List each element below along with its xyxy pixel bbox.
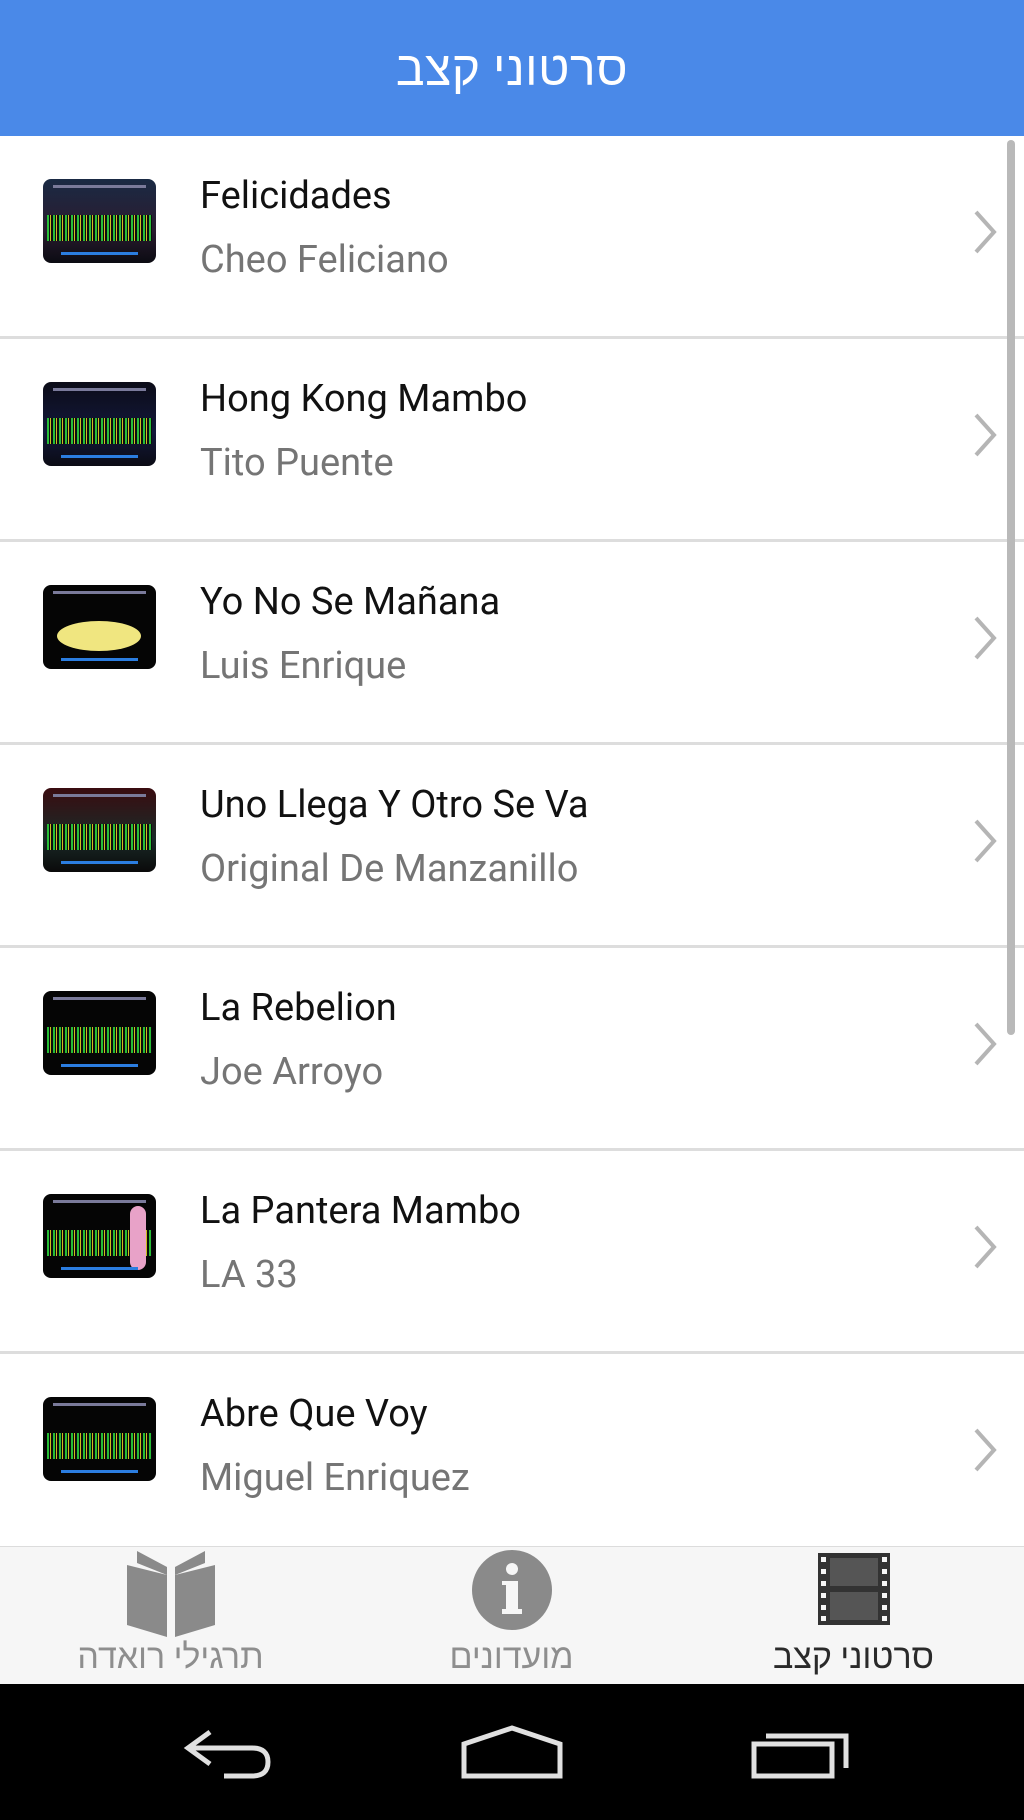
- tab-rhythm-videos[interactable]: סרטוני קצב: [683, 1547, 1024, 1685]
- video-thumbnail: [43, 179, 156, 263]
- tab-roueda-exercises[interactable]: תרגילי רואדה: [0, 1547, 341, 1685]
- list-item[interactable]: Yo No Se Mañana Luis Enrique: [0, 542, 1024, 745]
- chevron-right-icon: [974, 819, 997, 863]
- video-list[interactable]: Felicidades Cheo Feliciano Hong Kong Mam…: [0, 136, 1024, 1546]
- video-thumbnail: [43, 382, 156, 466]
- song-artist: Cheo Feliciano: [200, 238, 449, 282]
- list-item[interactable]: La Pantera Mambo LA 33: [0, 1151, 1024, 1354]
- song-artist: Original De Manzanillo: [200, 847, 579, 891]
- song-artist: Joe Arroyo: [200, 1050, 384, 1094]
- back-icon[interactable]: [180, 1724, 276, 1780]
- film-icon: [817, 1553, 890, 1625]
- list-item[interactable]: Uno Llega Y Otro Se Va Original De Manza…: [0, 745, 1024, 948]
- scrollbar[interactable]: [1007, 140, 1015, 1035]
- tab-label: תרגילי רואדה: [77, 1637, 264, 1677]
- chevron-right-icon: [974, 1225, 997, 1269]
- video-thumbnail: [43, 788, 156, 872]
- list-item[interactable]: Hong Kong Mambo Tito Puente: [0, 339, 1024, 542]
- song-title: Felicidades: [200, 174, 392, 218]
- video-thumbnail: [43, 991, 156, 1075]
- chevron-right-icon: [974, 1022, 997, 1066]
- song-artist: Miguel Enriquez: [200, 1456, 470, 1500]
- song-artist: Tito Puente: [200, 441, 394, 485]
- tab-bar: תרגילי רואדה מועדונים סרטוני קצב: [0, 1546, 1024, 1685]
- song-title: Hong Kong Mambo: [200, 377, 528, 421]
- song-title: Uno Llega Y Otro Se Va: [200, 783, 589, 827]
- tab-clubs[interactable]: מועדונים: [341, 1547, 682, 1685]
- list-item[interactable]: Felicidades Cheo Feliciano: [0, 136, 1024, 339]
- tab-label: סרטוני קצב: [773, 1637, 934, 1677]
- video-thumbnail: [43, 1397, 156, 1481]
- song-title: Abre Que Voy: [200, 1392, 428, 1436]
- tab-label: מועדונים: [449, 1637, 574, 1677]
- chevron-right-icon: [974, 413, 997, 457]
- recents-icon[interactable]: [750, 1724, 850, 1780]
- song-title: La Pantera Mambo: [200, 1189, 521, 1233]
- info-icon: [471, 1550, 552, 1630]
- song-title: Yo No Se Mañana: [200, 580, 501, 624]
- chevron-right-icon: [974, 616, 997, 660]
- video-thumbnail: [43, 1194, 156, 1278]
- book-icon: [126, 1551, 215, 1639]
- list-item[interactable]: La Rebelion Joe Arroyo: [0, 948, 1024, 1151]
- app-header: סרטוני קצב: [0, 0, 1024, 136]
- song-artist: LA 33: [200, 1253, 298, 1297]
- list-item[interactable]: Abre Que Voy Miguel Enriquez: [0, 1354, 1024, 1546]
- chevron-right-icon: [974, 210, 997, 254]
- system-nav-bar: [0, 1684, 1024, 1820]
- page-title: סרטוני קצב: [395, 39, 629, 97]
- home-icon[interactable]: [460, 1724, 564, 1780]
- chevron-right-icon: [974, 1428, 997, 1472]
- song-title: La Rebelion: [200, 986, 397, 1030]
- song-artist: Luis Enrique: [200, 644, 407, 688]
- video-thumbnail: [43, 585, 156, 669]
